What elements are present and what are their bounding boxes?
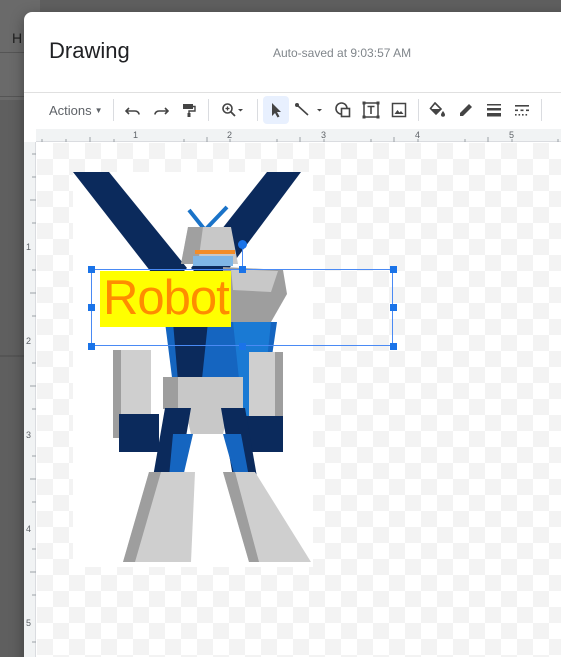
rotation-handle[interactable] bbox=[238, 240, 247, 249]
image-tool-button[interactable] bbox=[385, 96, 413, 124]
border-color-icon bbox=[460, 104, 472, 116]
shape-tool-button[interactable] bbox=[329, 96, 357, 124]
horizontal-ruler: 1 2 3 4 5 bbox=[36, 129, 561, 142]
border-color-button[interactable] bbox=[452, 96, 480, 124]
drawing-dialog: Drawing Auto-saved at 9:03:57 AM Actions… bbox=[24, 12, 561, 657]
border-weight-button[interactable] bbox=[480, 96, 508, 124]
background-letter: H bbox=[12, 30, 23, 46]
drawing-toolbar: Actions ▼ bbox=[24, 92, 561, 127]
line-tool-button[interactable] bbox=[289, 96, 329, 124]
resize-handle-bottom-right[interactable] bbox=[390, 343, 397, 350]
actions-label: Actions bbox=[49, 102, 92, 118]
vertical-ruler: 1 2 3 4 5 bbox=[24, 142, 36, 657]
toolbar-separator bbox=[418, 99, 419, 121]
toolbar-separator bbox=[541, 99, 542, 121]
actions-menu-button[interactable]: Actions ▼ bbox=[44, 96, 108, 124]
fill-color-button[interactable] bbox=[424, 96, 452, 124]
undo-button[interactable] bbox=[119, 96, 147, 124]
robot-image[interactable] bbox=[73, 172, 313, 567]
ruler-label: 1 bbox=[133, 130, 139, 140]
shape-icon bbox=[335, 102, 351, 118]
text-box-icon bbox=[362, 101, 380, 119]
text-box-tool-button[interactable] bbox=[357, 96, 385, 124]
ruler-label: 2 bbox=[26, 336, 32, 346]
ruler-ticks bbox=[41, 137, 559, 142]
ruler-label: 5 bbox=[26, 618, 32, 628]
fill-color-icon bbox=[429, 102, 445, 117]
resize-handle-top-right[interactable] bbox=[390, 266, 397, 273]
dialog-title: Drawing bbox=[49, 38, 130, 63]
border-dash-icon bbox=[515, 105, 529, 116]
select-icon bbox=[272, 103, 281, 118]
paint-format-button[interactable] bbox=[175, 96, 203, 124]
line-icon bbox=[295, 103, 322, 116]
ruler-label: 4 bbox=[26, 524, 32, 534]
resize-handle-bottom-left[interactable] bbox=[88, 343, 95, 350]
redo-icon bbox=[154, 107, 169, 115]
select-tool-button[interactable] bbox=[263, 96, 289, 124]
image-icon bbox=[391, 102, 407, 118]
autosave-status: Auto-saved at 9:03:57 AM bbox=[273, 46, 412, 60]
resize-handle-bottom[interactable] bbox=[239, 343, 246, 350]
ruler-label: 4 bbox=[415, 130, 421, 140]
drawing-canvas[interactable]: Robot bbox=[37, 143, 561, 657]
ruler-label: 2 bbox=[227, 130, 233, 140]
ruler-label: 3 bbox=[26, 430, 32, 440]
border-dash-button[interactable] bbox=[508, 96, 536, 124]
caret-down-icon: ▼ bbox=[94, 105, 103, 115]
resize-handle-left[interactable] bbox=[88, 304, 95, 311]
resize-handle-right[interactable] bbox=[390, 304, 397, 311]
redo-button[interactable] bbox=[147, 96, 175, 124]
selection-box bbox=[91, 269, 393, 346]
zoom-button[interactable] bbox=[214, 96, 252, 124]
undo-icon bbox=[125, 107, 140, 115]
zoom-icon bbox=[222, 103, 243, 117]
paint-format-icon bbox=[183, 104, 196, 117]
toolbar-separator bbox=[257, 99, 258, 121]
border-weight-icon bbox=[487, 104, 501, 117]
ruler-label: 1 bbox=[26, 242, 32, 252]
ruler-label: 5 bbox=[509, 130, 515, 140]
ruler-ticks bbox=[30, 153, 36, 643]
resize-handle-top[interactable] bbox=[239, 266, 246, 273]
resize-handle-top-left[interactable] bbox=[88, 266, 95, 273]
toolbar-separator bbox=[113, 99, 114, 121]
toolbar-separator bbox=[208, 99, 209, 121]
ruler-label: 3 bbox=[321, 130, 327, 140]
